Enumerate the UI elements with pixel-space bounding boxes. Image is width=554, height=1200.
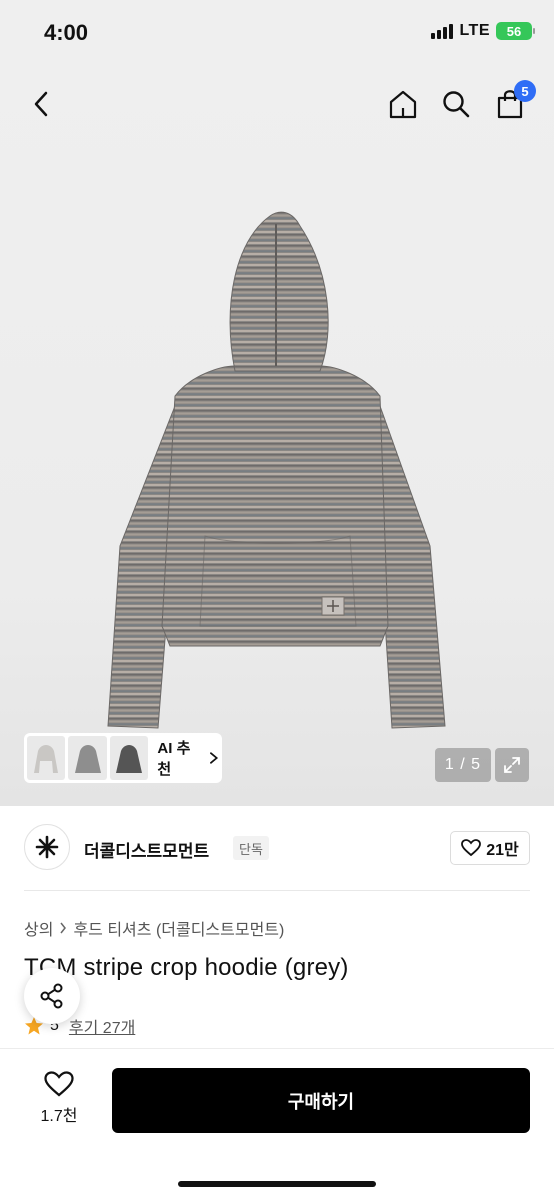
ai-thumbnail-3 [109,736,149,780]
expand-image-button[interactable] [495,748,529,782]
home-indicator [178,1181,376,1187]
chevron-right-icon [210,752,219,764]
buy-button[interactable]: 구매하기 [112,1068,530,1133]
exclusive-tag: 단독 [233,836,269,860]
battery-icon: 56 [496,22,535,40]
status-bar: 4:00 LTE 56 [0,0,554,66]
home-button[interactable] [383,84,423,124]
top-nav: 5 [0,66,554,142]
share-button[interactable] [24,968,80,1024]
breadcrumb-subcategory[interactable]: 후드 티셔츠 (더콜디스트모먼트) [73,916,284,940]
image-counter: 1 / 5 [435,748,491,782]
wishlist-button[interactable]: 1.7천 [34,1071,84,1126]
expand-icon [504,757,520,773]
hoodie-image [107,211,446,729]
chevron-right-icon [60,922,67,934]
status-time: 4:00 [44,20,89,45]
brand-star-icon [35,835,59,859]
network-label: LTE [459,22,490,39]
brand-name[interactable]: 더콜디스트모먼트 [84,837,209,862]
brand-logo[interactable] [24,824,70,870]
share-icon [40,983,63,1009]
signal-icon [431,23,454,39]
ai-thumbnail-2 [68,736,107,780]
back-button[interactable] [22,84,62,124]
product-image[interactable] [0,66,554,806]
ai-recommend-label: AI 추천 [157,740,191,778]
breadcrumb: 상의 후드 티셔츠 (더콜디스트모먼트) [24,916,284,940]
breadcrumb-category[interactable]: 상의 [24,916,53,940]
status-indicators: LTE 56 [431,22,535,40]
bottom-bar: 1.7천 구매하기 [0,1048,554,1200]
cart-button[interactable]: 5 [490,80,536,124]
chevron-left-icon [34,91,48,117]
search-icon [443,91,470,118]
brand-like-button[interactable]: 21만 [450,831,530,865]
ai-thumbnail-1 [27,736,66,780]
cart-count-badge: 5 [514,80,536,102]
search-button[interactable] [436,84,476,124]
heart-icon [44,1071,74,1097]
review-count-link[interactable]: 후기 27개 [69,1014,135,1038]
divider [24,890,530,891]
brand-like-count: 21만 [486,842,519,859]
home-icon [389,90,417,119]
ai-recommend-button[interactable]: AI 추천 [24,733,222,783]
brand-row: 더콜디스트모먼트 단독 21만 [24,822,530,874]
wishlist-count: 1.7천 [40,1108,78,1125]
heart-icon [461,839,482,857]
